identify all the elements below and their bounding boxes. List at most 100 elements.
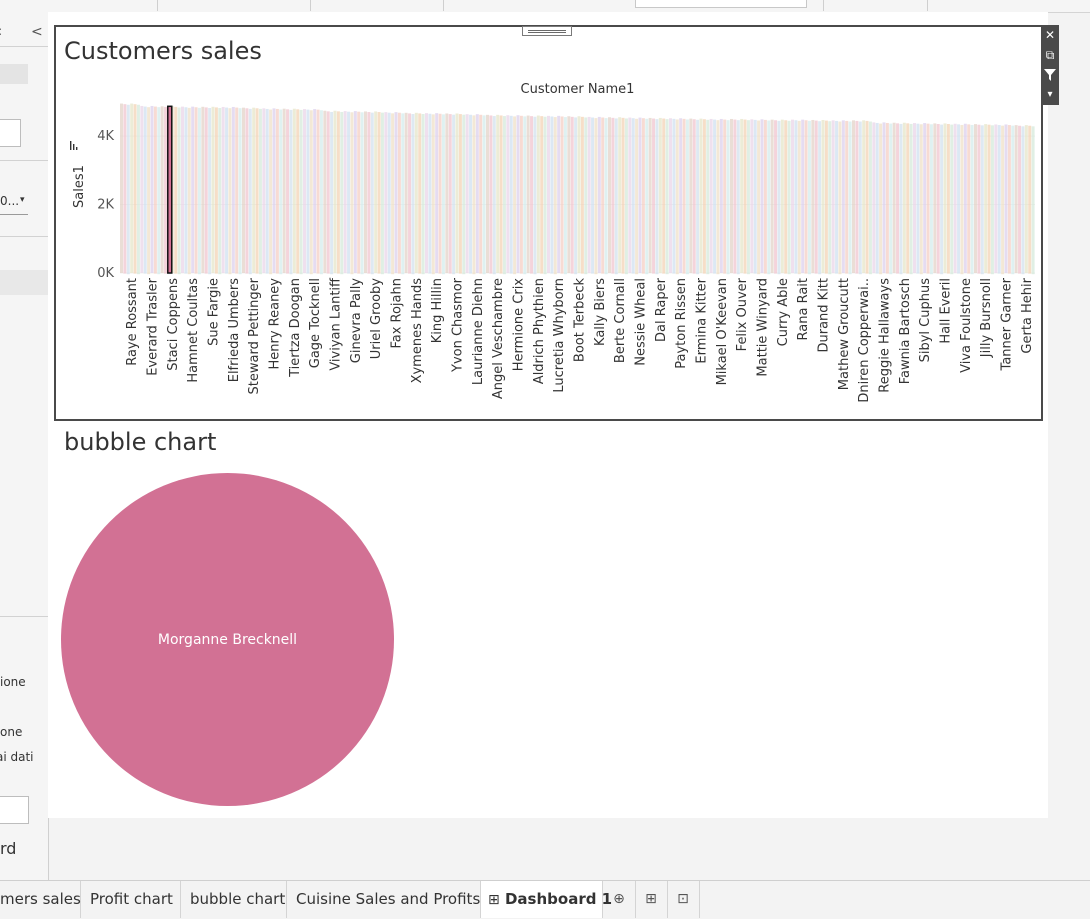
bar-mark-stripe[interactable] [584,117,588,275]
bar-mark-stripe[interactable] [791,119,794,274]
new-story-icon[interactable]: ⊡ [667,881,700,918]
bar-mark-stripe[interactable] [255,108,259,274]
bar-mark-stripe[interactable] [594,118,598,275]
bar-mark-stripe[interactable] [831,120,835,273]
x-tick-label[interactable]: Steward Pettinger [247,277,262,394]
x-tick-label[interactable]: Fax Rojahn [390,278,405,349]
bar-mark-stripe[interactable] [133,104,137,274]
bar-mark-stripe[interactable] [1004,124,1008,273]
bar-mark-stripe[interactable] [970,124,974,275]
bar-mark-stripe[interactable] [692,119,696,274]
x-tick-label[interactable]: Dal Raper [654,277,669,342]
bar-mark-stripe[interactable] [641,118,645,274]
bar-mark-stripe[interactable] [685,119,689,275]
bar-mark-stripe[interactable] [699,118,703,274]
bar-mark-stripe[interactable] [835,120,839,274]
bar-mark-stripe[interactable] [411,114,415,275]
bar-mark-stripe[interactable] [465,114,469,273]
bar-mark-stripe[interactable] [852,120,855,273]
bar-mark-stripe[interactable] [296,109,300,274]
bar-mark-stripe[interactable] [770,119,774,274]
bar-mark-stripe[interactable] [638,117,642,273]
bar-mark-stripe[interactable] [177,107,181,275]
x-tick-label[interactable]: Raye Rossant [125,278,140,366]
bar-mark-stripe[interactable] [140,105,144,274]
bar-mark-stripe[interactable] [353,111,357,273]
bar-mark-stripe[interactable] [130,103,134,273]
bar-mark-stripe[interactable] [733,119,737,274]
bar-mark-stripe[interactable] [350,112,354,275]
bar-mark-stripe[interactable] [1021,126,1025,275]
bar-mark-stripe[interactable] [404,112,408,273]
bar-mark-stripe[interactable] [963,123,967,273]
bar-mark-stripe[interactable] [652,118,656,274]
bar-mark-stripe[interactable] [160,106,164,273]
bar-mark-stripe[interactable] [611,117,615,274]
bar-mark-stripe[interactable] [929,124,933,275]
tab-profit-chart[interactable]: Profit chart [81,881,181,918]
bar-mark-stripe[interactable] [987,124,991,274]
bar-mark-stripe[interactable] [421,114,425,275]
bar-mark-stripe[interactable] [926,123,930,274]
bar-mark-stripe[interactable] [828,121,832,275]
bar-mark-stripe[interactable] [723,119,727,274]
x-tick-label[interactable]: Elfrieda Umbers [227,278,242,382]
bar-mark-stripe[interactable] [879,123,883,275]
bar-mark-stripe[interactable] [567,116,571,273]
bar-mark-stripe[interactable] [563,117,567,275]
bar-mark-stripe[interactable] [909,123,913,275]
x-tick-label[interactable]: Ginevra Pally [349,278,364,364]
bar-mark-stripe[interactable] [452,114,456,275]
bar-mark-stripe[interactable] [245,108,249,274]
bar-mark-stripe[interactable] [621,117,625,274]
bar-mark-stripe[interactable] [1007,125,1011,274]
bar-mark-stripe[interactable] [157,107,161,275]
tab-dashboard-1[interactable]: ⊞ Dashboard 1 [481,881,612,918]
bar-mark-stripe[interactable] [292,108,296,273]
bar-mark-stripe[interactable] [340,111,344,275]
x-tick-label[interactable]: Reggie Hallaways [878,278,893,393]
bar-mark-stripe[interactable] [164,106,168,274]
bar-mark-stripe[interactable] [153,106,157,274]
bar-mark-stripe[interactable] [807,120,811,275]
bar-mark-stripe[interactable] [425,113,428,274]
bar-mark-stripe[interactable] [679,118,683,273]
bar-mark-stripe[interactable] [750,119,754,273]
bar-mark-stripe[interactable] [713,119,717,274]
bar-mark-stripe[interactable] [757,120,761,275]
collapse-panel-icon[interactable]: < [31,24,43,40]
tab-customers-sales[interactable]: mers sales [0,881,81,918]
bar-mark-stripe[interactable] [574,117,578,275]
bar-mark-stripe[interactable] [936,124,940,274]
x-tick-label[interactable]: Dniren Copperwai.. [857,278,872,403]
bar-mark-stripe[interactable] [933,123,937,273]
bar-mark-stripe[interactable] [906,123,910,274]
bar-mark-stripe[interactable] [323,110,327,273]
bar-mark-stripe[interactable] [794,120,798,274]
bar-mark-stripe[interactable] [801,119,805,274]
bar-mark-stripe[interactable] [547,115,550,273]
bar-mark-stripe[interactable] [265,108,269,274]
bar-mark-stripe[interactable] [872,122,876,273]
bar-mark-stripe[interactable] [513,116,517,275]
bar-mark-stripe[interactable] [147,107,151,275]
bar-mark-stripe[interactable] [1001,125,1005,275]
size-dropdown[interactable]: 0... ▾ [0,190,28,215]
x-tick-label[interactable]: Tanner Garner [1000,277,1015,371]
bar-mark-stripe[interactable] [604,118,608,275]
bar-mark-stripe[interactable] [553,117,557,275]
x-tick-label[interactable]: Aldrich Phythien [532,278,547,384]
bar-mark-stripe[interactable] [814,120,818,274]
x-tick-label[interactable]: Xymenes Hands [410,278,425,384]
bar-mark-stripe[interactable] [899,123,903,275]
bar-mark-stripe[interactable] [258,108,262,275]
bar-mark-stripe[interactable] [252,107,256,273]
bar-mark-stripe[interactable] [472,115,476,275]
bar-mark-stripe[interactable] [303,109,306,273]
bar-mark-stripe[interactable] [387,112,391,274]
bar-mark-stripe[interactable] [299,109,303,275]
bar-mark-stripe[interactable] [248,108,252,275]
bar-mark-stripe[interactable] [211,106,215,273]
bar-mark-stripe[interactable] [469,114,473,274]
bar-mark-stripe[interactable] [370,112,374,275]
